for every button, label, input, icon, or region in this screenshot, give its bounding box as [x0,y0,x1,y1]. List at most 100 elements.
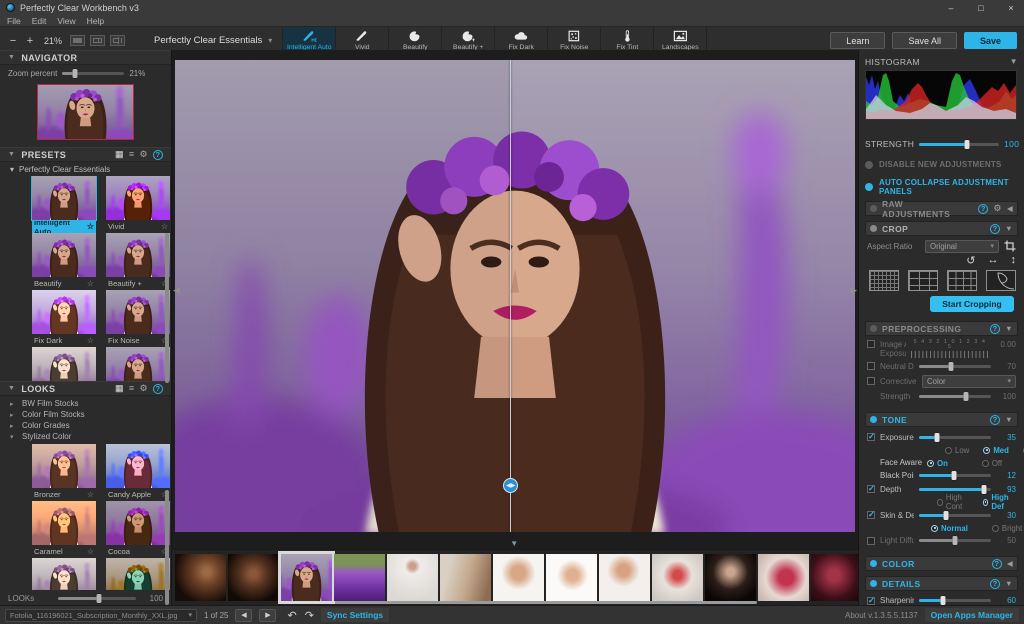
preset-beautify[interactable]: Beautify☆ [32,233,96,290]
zoom-in-button[interactable]: + [24,35,36,47]
help-icon[interactable]: ? [990,324,1000,334]
exposure-slider[interactable] [919,436,991,439]
collapse-triangle-icon[interactable]: ▼ [1005,579,1013,588]
looks-strength-slider[interactable] [58,597,136,600]
looks-header[interactable]: ▼ LOOKS ▦ ≡ ⚙ ? [0,381,171,396]
gear-icon[interactable]: ⚙ [140,150,148,159]
skin-depth-bias-slider[interactable] [919,514,991,517]
star-icon[interactable]: ☆ [87,279,94,288]
rotate-icon[interactable]: ↺ [966,254,975,267]
filmstrip-thumb-2[interactable] [228,554,279,601]
next-image-button[interactable]: ▶ [259,609,276,622]
tone-header[interactable]: TONE ? ▼ [865,412,1018,427]
look-bronzer[interactable]: Bronzer☆ [32,444,96,501]
preprocessing-strength-slider[interactable] [919,395,991,398]
sharpening-slider[interactable] [919,599,991,602]
look-candy-apple[interactable]: Candy Apple☆ [106,444,170,501]
collapse-triangle-icon[interactable]: ▼ [1010,57,1018,66]
help-icon[interactable]: ? [153,150,163,160]
look-cocoa[interactable]: Cocoa☆ [106,501,170,558]
filmstrip-thumb-5[interactable] [387,554,438,601]
gear-icon[interactable]: ⚙ [993,204,1001,213]
preset-beautify[interactable]: Beautify +☆ [106,233,170,290]
star-icon[interactable]: ☆ [87,490,94,499]
exposure-value-ruler[interactable]: 5 4 3 2 1 0 1 2 3 4 5 [911,340,989,358]
file-select-dropdown[interactable]: Fotolia_116196021_Subscription_Monthly_X… [5,609,197,622]
filmstrip-scrollbar[interactable] [302,601,757,604]
help-icon[interactable]: ? [978,204,988,214]
open-apps-manager-button[interactable]: Open Apps Manager [925,608,1019,622]
navigator-header[interactable]: ▼ NAVIGATOR [0,50,171,65]
filmstrip-thumb-3[interactable] [281,554,332,601]
collapse-triangle-icon[interactable]: ◀ [1007,204,1013,213]
filmstrip-thumb-10[interactable] [652,554,703,601]
split-drag-handle[interactable]: ◀▶ [503,478,518,493]
crop-grid-thirds-button[interactable] [908,270,938,291]
filmstrip-thumb-8[interactable] [546,554,597,601]
preset-fix-noise[interactable]: Fix Noise☆ [106,290,170,347]
crop-grid-spiral-button[interactable] [986,270,1016,291]
look-thumb[interactable] [32,558,96,590]
list-view-icon[interactable]: ≡ [129,384,135,393]
exposure-checkbox[interactable] [867,433,875,441]
close-button[interactable]: × [1004,3,1018,13]
light-diffusion-slider[interactable] [919,539,991,542]
aspect-ratio-dropdown[interactable]: Original ▾ [925,240,999,253]
sync-settings-button[interactable]: Sync Settings [321,608,389,622]
radio-normal[interactable]: Normal [931,524,968,533]
star-icon[interactable]: ☆ [87,222,94,231]
help-icon[interactable]: ? [990,415,1000,425]
preset-thumb[interactable] [32,347,96,381]
minimize-button[interactable]: – [944,3,958,13]
skin-depth-bias-checkbox[interactable] [867,511,875,519]
star-icon[interactable]: ☆ [87,336,94,345]
radio-low[interactable]: Low [945,446,969,455]
help-icon[interactable]: ? [990,579,1000,589]
zoom-out-button[interactable]: − [7,35,19,47]
look-caramel[interactable]: Caramel☆ [32,501,96,558]
preset-vivid[interactable]: Vivid☆ [106,176,170,233]
radio-high-cont[interactable]: High Cont [937,493,973,511]
flip-vertical-icon[interactable]: ↕ [1011,254,1017,266]
star-icon[interactable]: ☆ [87,547,94,556]
looks-category-color-grades[interactable]: ▸Color Grades [0,420,171,431]
collapse-triangle-icon[interactable]: ◀ [1007,559,1013,568]
presets-scrollbar[interactable] [165,233,169,383]
undo-icon[interactable]: ↶ [287,609,296,622]
save-button[interactable]: Save [964,32,1017,49]
help-icon[interactable]: ? [153,384,163,394]
preset-thumb[interactable] [106,347,170,381]
navigator-thumbnail[interactable] [37,84,134,140]
collapse-triangle-icon[interactable]: ▼ [1005,224,1013,233]
menu-edit[interactable]: Edit [32,16,47,26]
light-diffusion-checkbox[interactable] [867,537,875,545]
details-header[interactable]: DETAILS ? ▼ [865,576,1018,591]
radio-high-def[interactable]: High Def [983,493,1016,511]
collapse-filmstrip-icon[interactable]: ▼ [510,539,518,548]
preset-fix-dark[interactable]: Fix Dark☆ [32,290,96,347]
crop-frame-icon[interactable] [1004,240,1016,252]
crop-grid-fine-button[interactable] [869,270,899,291]
star-icon[interactable]: ☆ [161,222,168,231]
corrective-filter-checkbox[interactable] [867,377,875,385]
filmstrip-thumb-7[interactable] [493,554,544,601]
preset-intelligent-auto[interactable]: Intelligent Auto☆ [32,176,96,233]
previous-image-button[interactable]: ◀ [235,609,252,622]
side-by-side-view-button[interactable] [110,35,125,46]
collapse-left-panel-icon[interactable]: ◀ [173,285,180,296]
neutral-density-slider[interactable] [919,365,991,368]
neutral-density-checkbox[interactable] [867,362,875,370]
zoom-percent-slider[interactable] [62,72,124,75]
maximize-button[interactable]: □ [974,3,988,13]
looks-category-stylized-color[interactable]: ▾Stylized Color [0,431,171,442]
grid-view-icon[interactable]: ▦ [115,150,124,159]
radio-off[interactable]: Off [982,459,1002,468]
filmstrip-thumb-6[interactable] [440,554,491,601]
split-view-button[interactable] [90,35,105,46]
corrective-filter-dropdown[interactable]: Color ▾ [922,375,1016,388]
collapse-right-panel-icon[interactable]: ▶ [850,285,857,296]
filmstrip-thumb-4[interactable] [334,554,385,601]
crop-grid-quarters-button[interactable] [947,270,977,291]
photo-canvas[interactable]: ◀▶ ◀ ▶ ▼ [172,50,858,549]
filmstrip-thumb-11[interactable] [705,554,756,601]
